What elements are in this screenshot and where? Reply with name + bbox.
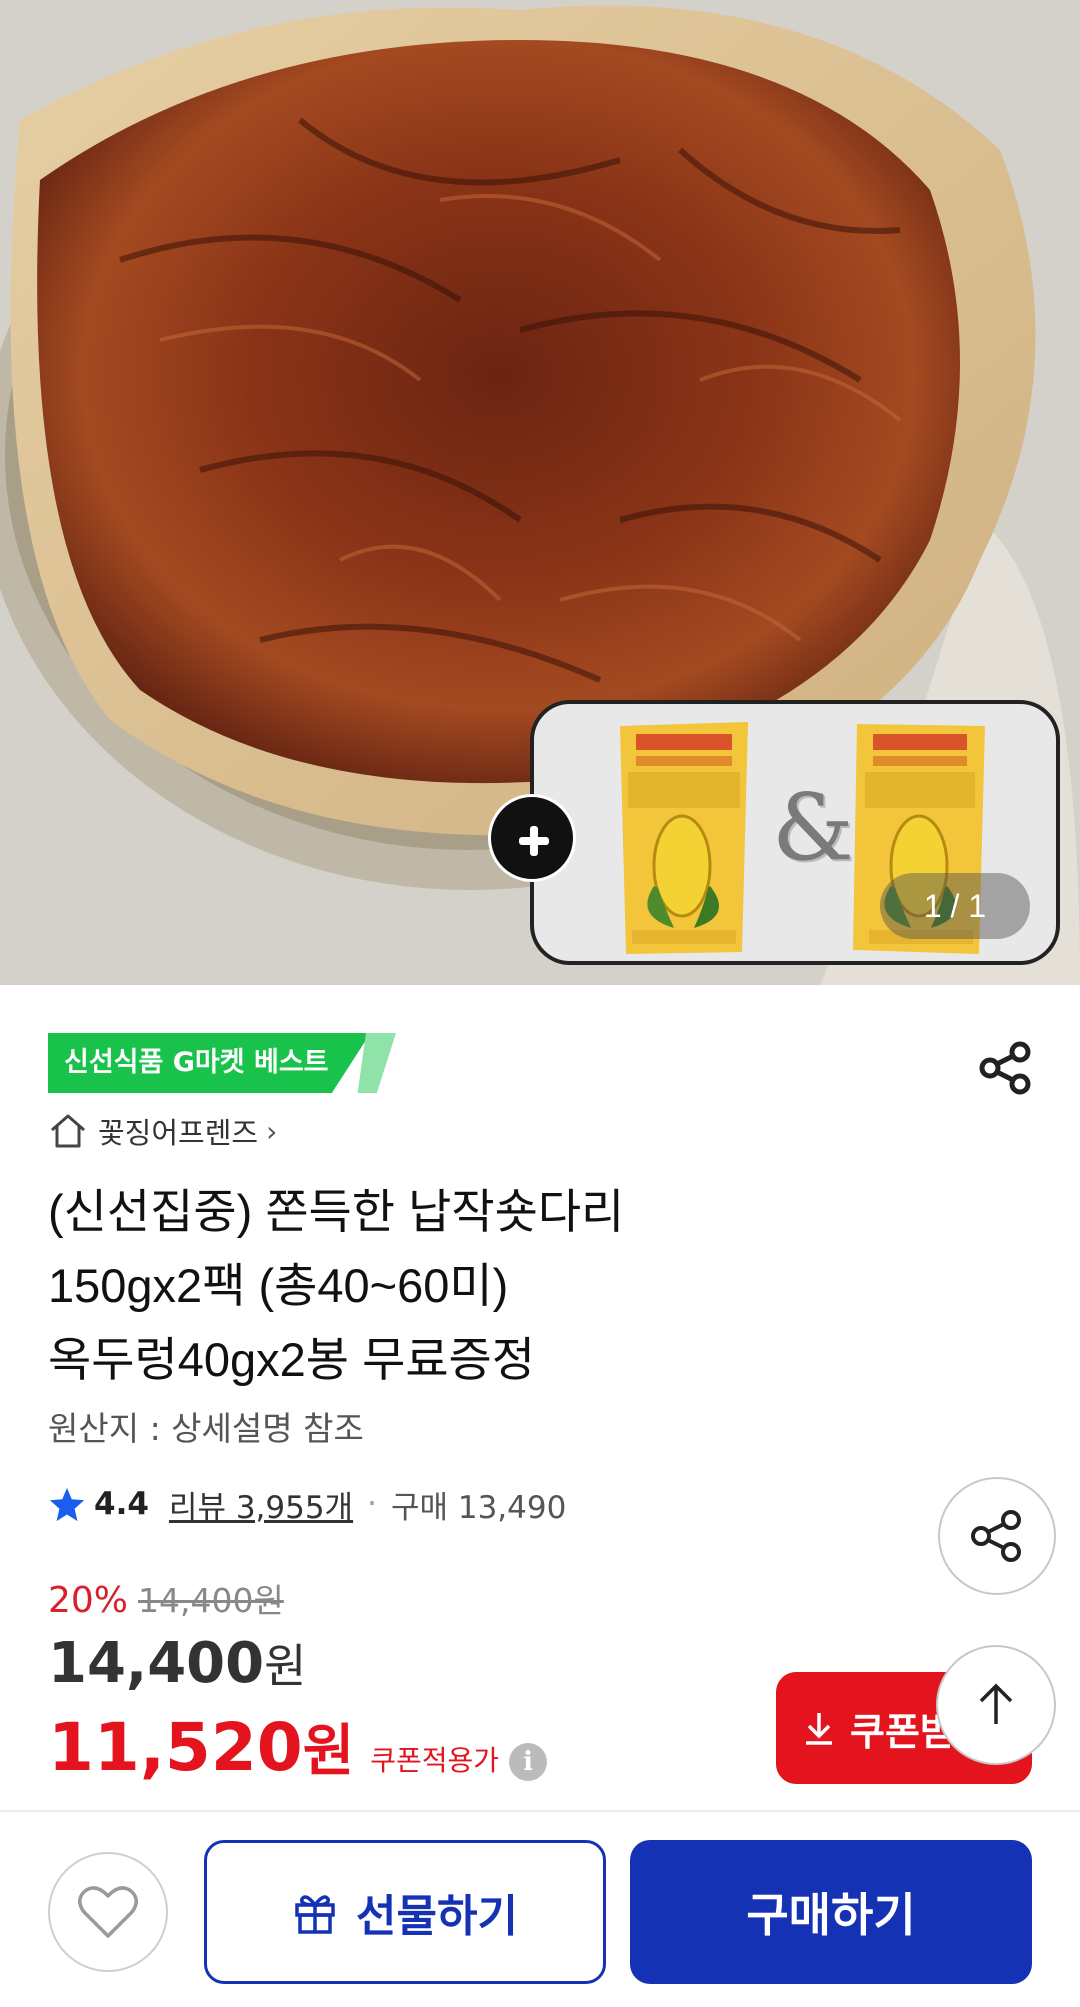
purchase-count: 구매 13,490 bbox=[390, 1489, 567, 1526]
plus-icon bbox=[488, 794, 576, 882]
floating-share-button[interactable] bbox=[938, 1477, 1056, 1595]
share-icon bbox=[971, 1510, 1021, 1562]
gift-button-label: 선물하기 bbox=[356, 1891, 518, 1942]
separator-dot: · bbox=[367, 1486, 377, 1522]
gift-icon bbox=[295, 1895, 335, 1934]
info-icon[interactable]: i bbox=[509, 1743, 548, 1781]
heart-icon bbox=[78, 1886, 138, 1938]
product-title: (신선집중) 쫀득한 납작숏다리 150gx2팩 (총40~60미) 옥두렁40… bbox=[48, 1175, 1038, 1397]
coupon-price-row: 11,520 원 쿠폰적용가 i bbox=[48, 1706, 548, 1787]
wishlist-button[interactable] bbox=[48, 1852, 168, 1972]
product-title-line: (신선집중) 쫀득한 납작숏다리 bbox=[48, 1185, 625, 1238]
product-title-line: 150gx2팩 (총40~60미) bbox=[48, 1259, 509, 1312]
sale-price-unit: 원 bbox=[264, 1639, 307, 1693]
buy-button-label: 구매하기 bbox=[746, 1888, 916, 1942]
carousel-page-indicator: 1 / 1 bbox=[880, 873, 1030, 939]
store-name: 꽃징어프렌즈 bbox=[98, 1116, 259, 1150]
buy-button[interactable]: 구매하기 bbox=[630, 1840, 1032, 1984]
store-link[interactable]: 꽃징어프렌즈 › bbox=[48, 1108, 277, 1154]
arrow-up-icon bbox=[979, 1683, 1013, 1724]
bottom-action-bar: 선물하기 구매하기 bbox=[0, 1810, 1080, 2007]
rating-score: 4.4 bbox=[94, 1486, 149, 1522]
review-count-link[interactable]: 리뷰 3,955개 bbox=[169, 1482, 353, 1527]
download-icon bbox=[806, 1713, 832, 1745]
home-icon bbox=[51, 1114, 85, 1148]
origin-info: 원산지 : 상세설명 참조 bbox=[48, 1409, 364, 1448]
star-icon bbox=[49, 1487, 85, 1522]
chevron-right-icon: › bbox=[266, 1114, 278, 1148]
discount-row: 20% 14,400원 bbox=[48, 1574, 284, 1622]
snack-pack-image bbox=[620, 722, 748, 954]
product-title-line: 옥두렁40gx2봉 무료증정 bbox=[48, 1333, 536, 1386]
best-seller-badge: 신선식품 G마켓 베스트 bbox=[48, 1033, 371, 1093]
gift-button[interactable]: 선물하기 bbox=[204, 1840, 606, 1984]
rating-row: 4.4 리뷰 3,955개 · 구매 13,490 bbox=[48, 1478, 566, 1530]
sale-price: 14,400원 bbox=[48, 1630, 306, 1696]
share-icon[interactable] bbox=[976, 1038, 1036, 1098]
sale-price-number: 14,400 bbox=[48, 1631, 265, 1696]
scroll-to-top-button[interactable] bbox=[936, 1645, 1056, 1765]
ampersand-text: & bbox=[772, 774, 854, 881]
coupon-price-unit: 원 bbox=[302, 1719, 355, 1784]
discount-rate: 20% bbox=[48, 1580, 129, 1621]
original-price: 14,400원 bbox=[138, 1581, 284, 1620]
coupon-price-note: 쿠폰적용가 bbox=[370, 1744, 500, 1777]
coupon-price-number: 11,520 bbox=[48, 1709, 303, 1786]
product-image-carousel[interactable]: & 1 / 1 bbox=[0, 0, 1080, 985]
